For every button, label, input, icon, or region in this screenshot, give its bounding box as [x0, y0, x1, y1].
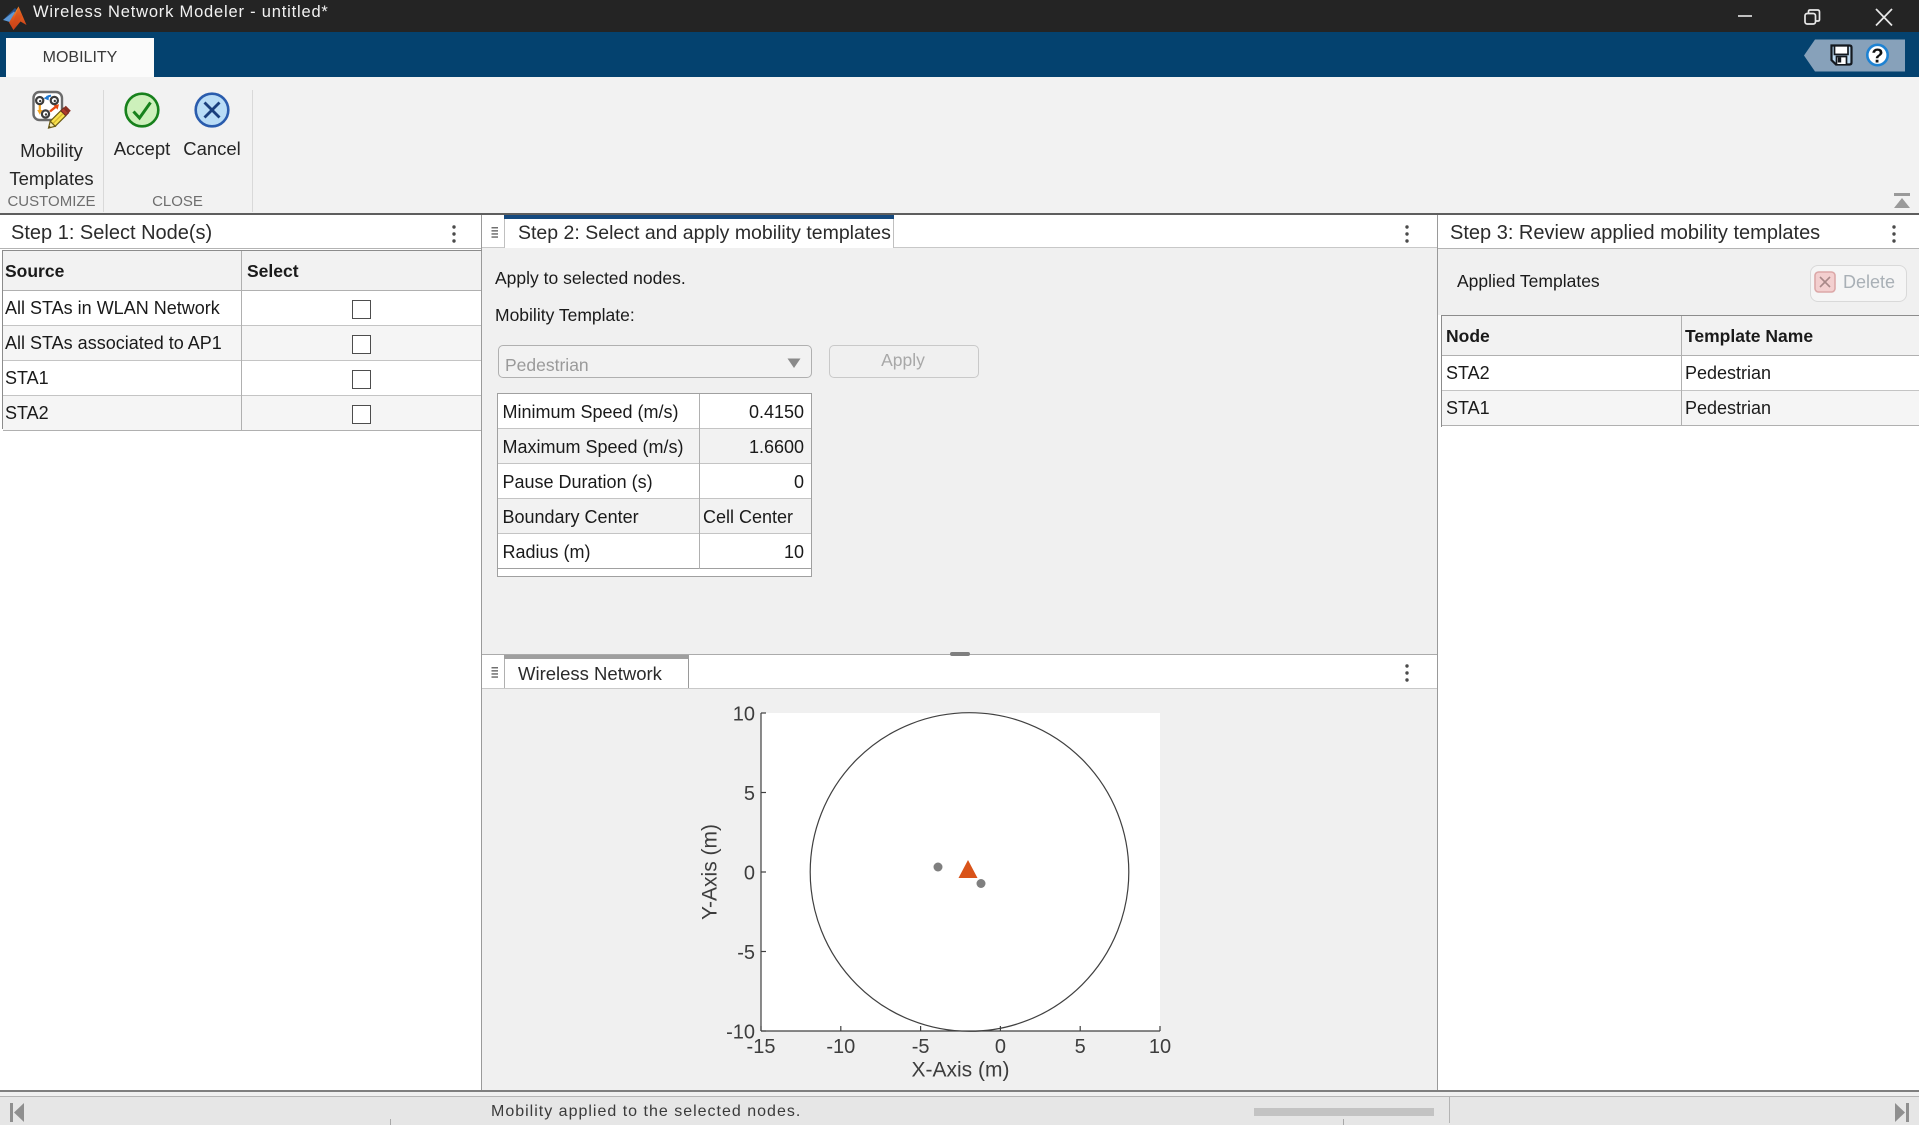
- svg-text:-5: -5: [737, 942, 755, 964]
- svg-text:?: ?: [1871, 46, 1883, 68]
- svg-text:10: 10: [1149, 1036, 1171, 1058]
- svg-text:-15: -15: [747, 1036, 776, 1058]
- svg-text:X-Axis (m): X-Axis (m): [912, 1059, 1010, 1082]
- svg-text:-10: -10: [826, 1036, 855, 1058]
- svg-text:Y-Axis (m): Y-Axis (m): [700, 824, 722, 920]
- svg-text:5: 5: [744, 783, 755, 805]
- svg-text:10: 10: [733, 703, 755, 725]
- svg-text:-5: -5: [912, 1036, 930, 1058]
- svg-text:5: 5: [1075, 1036, 1086, 1058]
- svg-text:0: 0: [995, 1036, 1006, 1058]
- svg-text:0: 0: [744, 862, 755, 884]
